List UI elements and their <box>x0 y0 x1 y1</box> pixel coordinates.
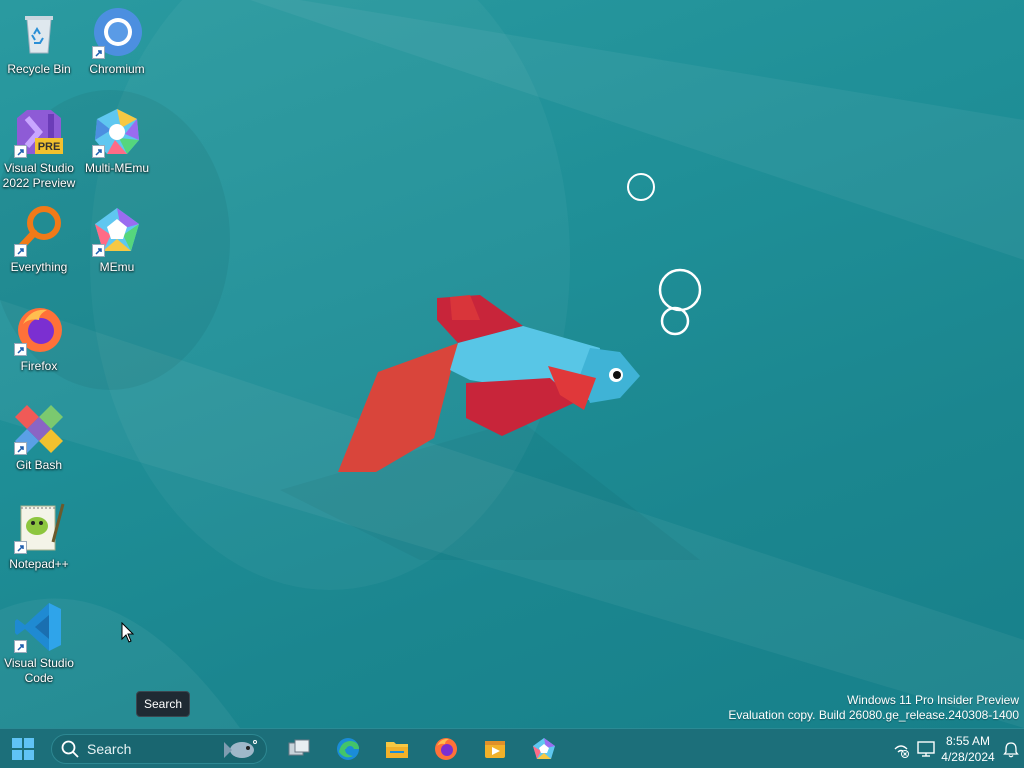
desktop-icon-label: Multi-MEmu <box>84 161 149 175</box>
shortcut-arrow-icon <box>14 244 27 257</box>
firefox-icon <box>435 738 457 760</box>
search-placeholder: Search <box>87 741 132 757</box>
desktop-icon-firefox[interactable]: Firefox <box>0 304 78 374</box>
shortcut-arrow-icon <box>14 541 27 554</box>
clock-date: 4/28/2024 <box>941 750 995 764</box>
recycle-bin-icon <box>13 7 65 59</box>
watermark-build: Evaluation copy. Build 26080.ge_release.… <box>728 708 1019 722</box>
multi-memu-icon <box>91 106 143 158</box>
everything-search-icon <box>13 205 65 257</box>
notification-bell-icon[interactable] <box>1003 741 1019 758</box>
task-view-icon <box>288 739 310 756</box>
bubble <box>658 268 702 312</box>
taskbar-search-box[interactable]: Search <box>51 734 267 764</box>
shortcut-arrow-icon <box>14 442 27 455</box>
firefox-icon <box>13 304 65 356</box>
desktop-icon-everything[interactable]: Everything <box>0 205 78 275</box>
desktop-icon-label: Visual Studio 2022 Preview <box>2 161 76 190</box>
desktop-icon-label: Recycle Bin <box>7 62 71 76</box>
clock-time: 8:55 AM <box>945 734 991 748</box>
notepad-plus-plus-icon <box>13 502 65 554</box>
mouse-cursor-icon <box>121 622 135 643</box>
chromium-icon <box>91 7 143 59</box>
start-button[interactable] <box>3 733 43 765</box>
pre-badge: PRE <box>38 141 61 153</box>
shortcut-arrow-icon <box>92 244 105 257</box>
desktop-icon-label: Chromium <box>89 62 145 76</box>
desktop-icon-label: Everything <box>10 260 68 274</box>
memu-icon <box>91 205 143 257</box>
desktop-icon-visual-studio-code[interactable]: Visual Studio Code <box>0 601 78 686</box>
taskbar-memu[interactable] <box>524 733 564 765</box>
visual-studio-preview-icon: PRE <box>13 106 65 158</box>
shortcut-arrow-icon <box>92 145 105 158</box>
bubble <box>660 306 690 336</box>
desktop-icon-multi-memu[interactable]: Multi-MEmu <box>78 106 156 176</box>
taskbar-file-explorer[interactable] <box>377 733 417 765</box>
windows-logo-icon <box>12 738 34 760</box>
desktop-icon-recycle-bin[interactable]: Recycle Bin <box>0 7 78 77</box>
desktop-icon-git-bash[interactable]: Git Bash <box>0 403 78 473</box>
network-disconnected-icon[interactable] <box>892 740 910 758</box>
git-bash-icon <box>13 403 65 455</box>
taskbar-firefox[interactable] <box>426 733 466 765</box>
search-highlight-fish-icon <box>224 740 257 758</box>
shortcut-arrow-icon <box>14 640 27 653</box>
desktop-icon-chromium[interactable]: Chromium <box>78 7 156 77</box>
desktop-icon-label: Git Bash <box>15 458 63 472</box>
taskbar-task-view[interactable] <box>279 733 319 765</box>
media-player-icon <box>485 741 505 758</box>
edge-icon <box>337 738 359 760</box>
search-tooltip: Search <box>136 691 191 717</box>
shortcut-arrow-icon <box>14 343 27 356</box>
shortcut-arrow-icon <box>14 145 27 158</box>
desktop-icon-visual-studio-2022-preview[interactable]: PRE Visual Studio 2022 Preview <box>0 106 78 191</box>
shortcut-arrow-icon <box>92 46 105 59</box>
desktop-icon-label: Visual Studio Code <box>4 656 74 685</box>
file-explorer-icon <box>386 742 408 758</box>
bubble <box>627 173 655 201</box>
taskbar-edge[interactable] <box>328 733 368 765</box>
desktop-icon-label: Firefox <box>20 359 58 373</box>
taskbar: Search 8:55 AM 4/28/2024 <box>0 728 1024 768</box>
desktop[interactable]: Recycle Bin Chromium PRE Visual Studio 2… <box>0 0 1024 728</box>
desktop-icon-label: Notepad++ <box>9 557 69 571</box>
taskbar-media-player[interactable] <box>475 733 515 765</box>
desktop-icon-label: MEmu <box>99 260 135 274</box>
desktop-icon-memu[interactable]: MEmu <box>78 205 156 275</box>
memu-icon <box>533 738 555 759</box>
watermark-edition: Windows 11 Pro Insider Preview <box>847 693 1019 707</box>
display-network-icon[interactable] <box>916 740 936 758</box>
desktop-icon-notepad-plus-plus[interactable]: Notepad++ <box>0 502 78 572</box>
taskbar-clock[interactable]: 8:55 AM 4/28/2024 <box>938 733 998 765</box>
vscode-icon <box>13 601 65 653</box>
windows-watermark: Windows 11 Pro Insider Preview Evaluatio… <box>728 693 1019 723</box>
search-icon <box>61 740 79 758</box>
